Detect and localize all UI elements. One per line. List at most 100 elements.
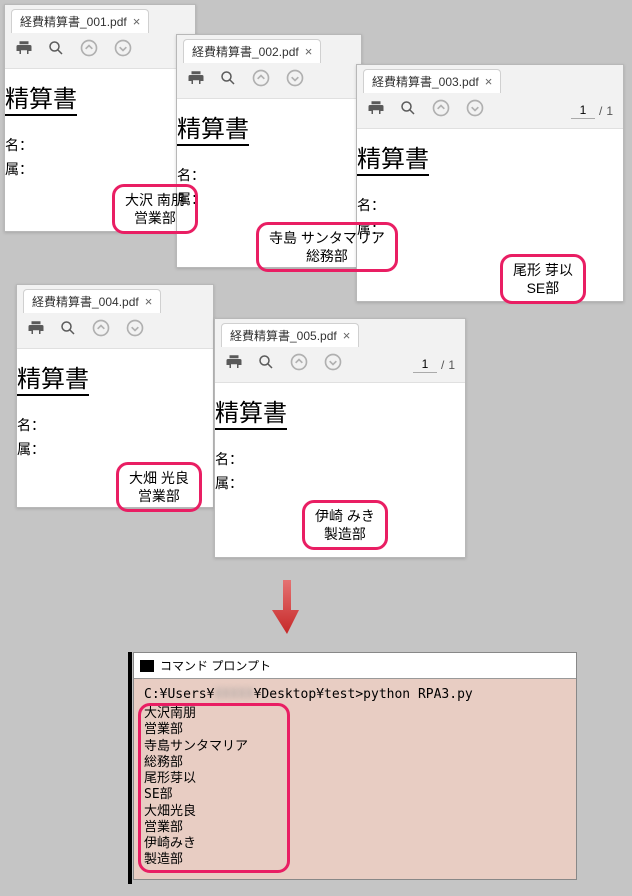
tab-strip: 経費精算書_002.pdf × (177, 35, 361, 63)
field-dept-label: 属： (357, 218, 615, 240)
cmd-icon (140, 660, 154, 672)
print-icon[interactable] (225, 353, 243, 376)
arrow-up-icon[interactable] (431, 98, 451, 123)
page-indicator: / 1 (571, 102, 613, 119)
document-title: 精算書 (17, 359, 89, 396)
zoom-icon[interactable] (219, 69, 237, 92)
tab[interactable]: 経費精算書_003.pdf × (363, 69, 501, 93)
close-icon[interactable]: × (133, 15, 141, 28)
zoom-icon[interactable] (399, 99, 417, 122)
arrow-up-icon[interactable] (289, 352, 309, 377)
cmd-left-border (128, 652, 132, 884)
field-dept-label: 属： (177, 188, 353, 210)
toolbar: / 1 (215, 347, 465, 383)
tab[interactable]: 経費精算書_002.pdf × (183, 39, 321, 63)
page-current-input[interactable] (413, 356, 437, 373)
arrow-down-icon[interactable] (323, 352, 343, 377)
print-icon[interactable] (15, 39, 33, 62)
cmd-output-line: 大沢南朋 (144, 706, 566, 722)
document-title: 精算書 (215, 393, 287, 430)
field-name-label: 名： (17, 414, 205, 436)
page-sep: / (441, 358, 444, 372)
cmd-title: コマンド プロンプト (160, 657, 271, 674)
tab-strip: 経費精算書_001.pdf × (5, 5, 195, 33)
pdf-window-2: 経費精算書_002.pdf × 精算書 名： 属： (176, 34, 362, 268)
arrow-down-icon[interactable] (125, 318, 145, 343)
print-icon[interactable] (187, 69, 205, 92)
field-dept-label: 属： (215, 472, 457, 494)
cmd-output: 大沢南朋営業部寺島サンタマリア総務部尾形芽以SE部大畑光良営業部伊崎みき製造部 (144, 706, 566, 869)
close-icon[interactable]: × (485, 75, 493, 88)
cmd-output-line: 尾形芽以 (144, 771, 566, 787)
tab[interactable]: 経費精算書_005.pdf × (221, 323, 359, 347)
toolbar (5, 33, 195, 69)
cmd-user-redacted: XXXXX (214, 687, 253, 702)
arrow-down-icon[interactable] (465, 98, 485, 123)
cmd-prompt-pre: C:¥Users¥ (144, 687, 214, 702)
close-icon[interactable]: × (145, 295, 153, 308)
tab[interactable]: 経費精算書_004.pdf × (23, 289, 161, 313)
close-icon[interactable]: × (343, 329, 351, 342)
cmd-titlebar: コマンド プロンプト (134, 653, 576, 679)
tab-strip: 経費精算書_005.pdf × (215, 319, 465, 347)
document-area: 精算書 名： 属： (5, 69, 195, 193)
cmd-output-line: 営業部 (144, 722, 566, 738)
field-name-label: 名： (357, 194, 615, 216)
pdf-window-1: 経費精算書_001.pdf × 精算書 名： 属： (4, 4, 196, 232)
arrow-up-icon[interactable] (91, 318, 111, 343)
toolbar: / 1 (357, 93, 623, 129)
close-icon[interactable]: × (305, 45, 313, 58)
zoom-icon[interactable] (47, 39, 65, 62)
document-title: 精算書 (357, 139, 429, 176)
cmd-output-line: 寺島サンタマリア (144, 739, 566, 755)
field-name-label: 名： (5, 134, 187, 156)
document-title: 精算書 (5, 79, 77, 116)
pdf-window-4: 経費精算書_004.pdf × 精算書 名： 属： (16, 284, 214, 508)
arrow-down-icon[interactable] (285, 68, 305, 93)
toolbar (17, 313, 213, 349)
tab-title: 経費精算書_003.pdf (372, 73, 479, 90)
print-icon[interactable] (27, 319, 45, 342)
flow-arrow-icon (272, 580, 302, 634)
cmd-body[interactable]: C:¥Users¥XXXXX¥Desktop¥test>python RPA3.… (134, 679, 576, 879)
document-area: 精算書 名： 属： (177, 99, 361, 223)
arrow-up-icon[interactable] (79, 38, 99, 63)
cmd-output-line: 総務部 (144, 755, 566, 771)
document-area: 精算書 名： 属： (357, 129, 623, 253)
document-title: 精算書 (177, 109, 249, 146)
zoom-icon[interactable] (257, 353, 275, 376)
field-dept-label: 属： (5, 158, 187, 180)
cmd-prompt-line: C:¥Users¥XXXXX¥Desktop¥test>python RPA3.… (144, 687, 566, 702)
command-prompt-window: コマンド プロンプト C:¥Users¥XXXXX¥Desktop¥test>p… (133, 652, 577, 880)
page-total: 1 (448, 358, 455, 372)
field-name-label: 名： (215, 448, 457, 470)
arrow-down-icon[interactable] (113, 38, 133, 63)
document-area: 精算書 名： 属： (17, 349, 213, 473)
cmd-output-line: 大畑光良 (144, 804, 566, 820)
tab[interactable]: 経費精算書_001.pdf × (11, 9, 149, 33)
field-dept-label: 属： (17, 438, 205, 460)
document-area: 精算書 名： 属： (215, 383, 465, 507)
field-name-label: 名： (177, 164, 353, 186)
cmd-output-line: 営業部 (144, 820, 566, 836)
tab-title: 経費精算書_004.pdf (32, 293, 139, 310)
pdf-window-5: 経費精算書_005.pdf × / 1 精算書 名： 属： (214, 318, 466, 558)
print-icon[interactable] (367, 99, 385, 122)
page-indicator: / 1 (413, 356, 455, 373)
page-total: 1 (606, 104, 613, 118)
tab-title: 経費精算書_001.pdf (20, 13, 127, 30)
page-current-input[interactable] (571, 102, 595, 119)
cmd-output-line: 製造部 (144, 852, 566, 868)
tab-title: 経費精算書_002.pdf (192, 43, 299, 60)
tab-strip: 経費精算書_004.pdf × (17, 285, 213, 313)
cmd-prompt-post: ¥Desktop¥test>python RPA3.py (254, 687, 473, 702)
zoom-icon[interactable] (59, 319, 77, 342)
arrow-up-icon[interactable] (251, 68, 271, 93)
tab-strip: 経費精算書_003.pdf × (357, 65, 623, 93)
tab-title: 経費精算書_005.pdf (230, 327, 337, 344)
pdf-window-3: 経費精算書_003.pdf × / 1 精算書 名： 属： (356, 64, 624, 302)
page-sep: / (599, 104, 602, 118)
cmd-output-line: 伊崎みき (144, 836, 566, 852)
toolbar (177, 63, 361, 99)
cmd-output-line: SE部 (144, 787, 566, 803)
